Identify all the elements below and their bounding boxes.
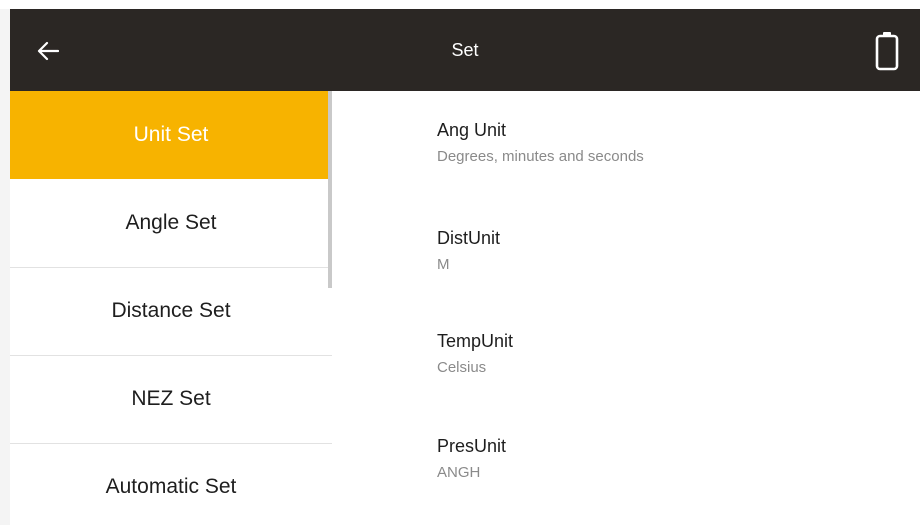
setting-value: Degrees, minutes and seconds: [437, 148, 644, 165]
setting-label: DistUnit: [437, 228, 501, 248]
settings-category-list: Unit Set Angle Set Distance Set NEZ Set …: [10, 91, 332, 525]
setting-value: Celsius: [437, 359, 487, 376]
sidebar-item-label: NEZ Set: [131, 387, 211, 410]
sidebar-item-label: Unit Set: [133, 123, 209, 146]
setting-value: M: [437, 256, 450, 273]
setting-dist-unit[interactable]: DistUnit M: [437, 227, 887, 275]
settings-detail-panel: Ang Unit Degrees, minutes and seconds Di…: [332, 91, 920, 525]
sidebar-item-distance-set[interactable]: Distance Set: [10, 267, 332, 355]
sidebar-item-automatic-set[interactable]: Automatic Set: [10, 443, 332, 531]
sidebar-item-label: Automatic Set: [105, 475, 237, 498]
sidebar-item-unit-set[interactable]: Unit Set: [10, 91, 332, 179]
setting-label: PresUnit: [437, 436, 507, 456]
setting-pres-unit[interactable]: PresUnit ANGH: [437, 435, 887, 483]
top-app-bar: Set: [10, 9, 920, 91]
battery-icon: [875, 32, 899, 71]
setting-temp-unit[interactable]: TempUnit Celsius: [437, 330, 887, 378]
setting-value: ANGH: [437, 464, 481, 481]
setting-ang-unit[interactable]: Ang Unit Degrees, minutes and seconds: [437, 119, 887, 167]
page-edge: [0, 9, 10, 525]
app-window: Set Unit Set Angle Set Distance Set NEZ …: [10, 9, 920, 525]
setting-label: Ang Unit: [437, 120, 507, 140]
setting-label: TempUnit: [437, 331, 514, 351]
sidebar-item-angle-set[interactable]: Angle Set: [10, 179, 332, 267]
sidebar-item-label: Angle Set: [125, 211, 217, 234]
page-title: Set: [451, 40, 479, 60]
sidebar-item-nez-set[interactable]: NEZ Set: [10, 355, 332, 443]
sidebar-item-label: Distance Set: [111, 299, 231, 322]
